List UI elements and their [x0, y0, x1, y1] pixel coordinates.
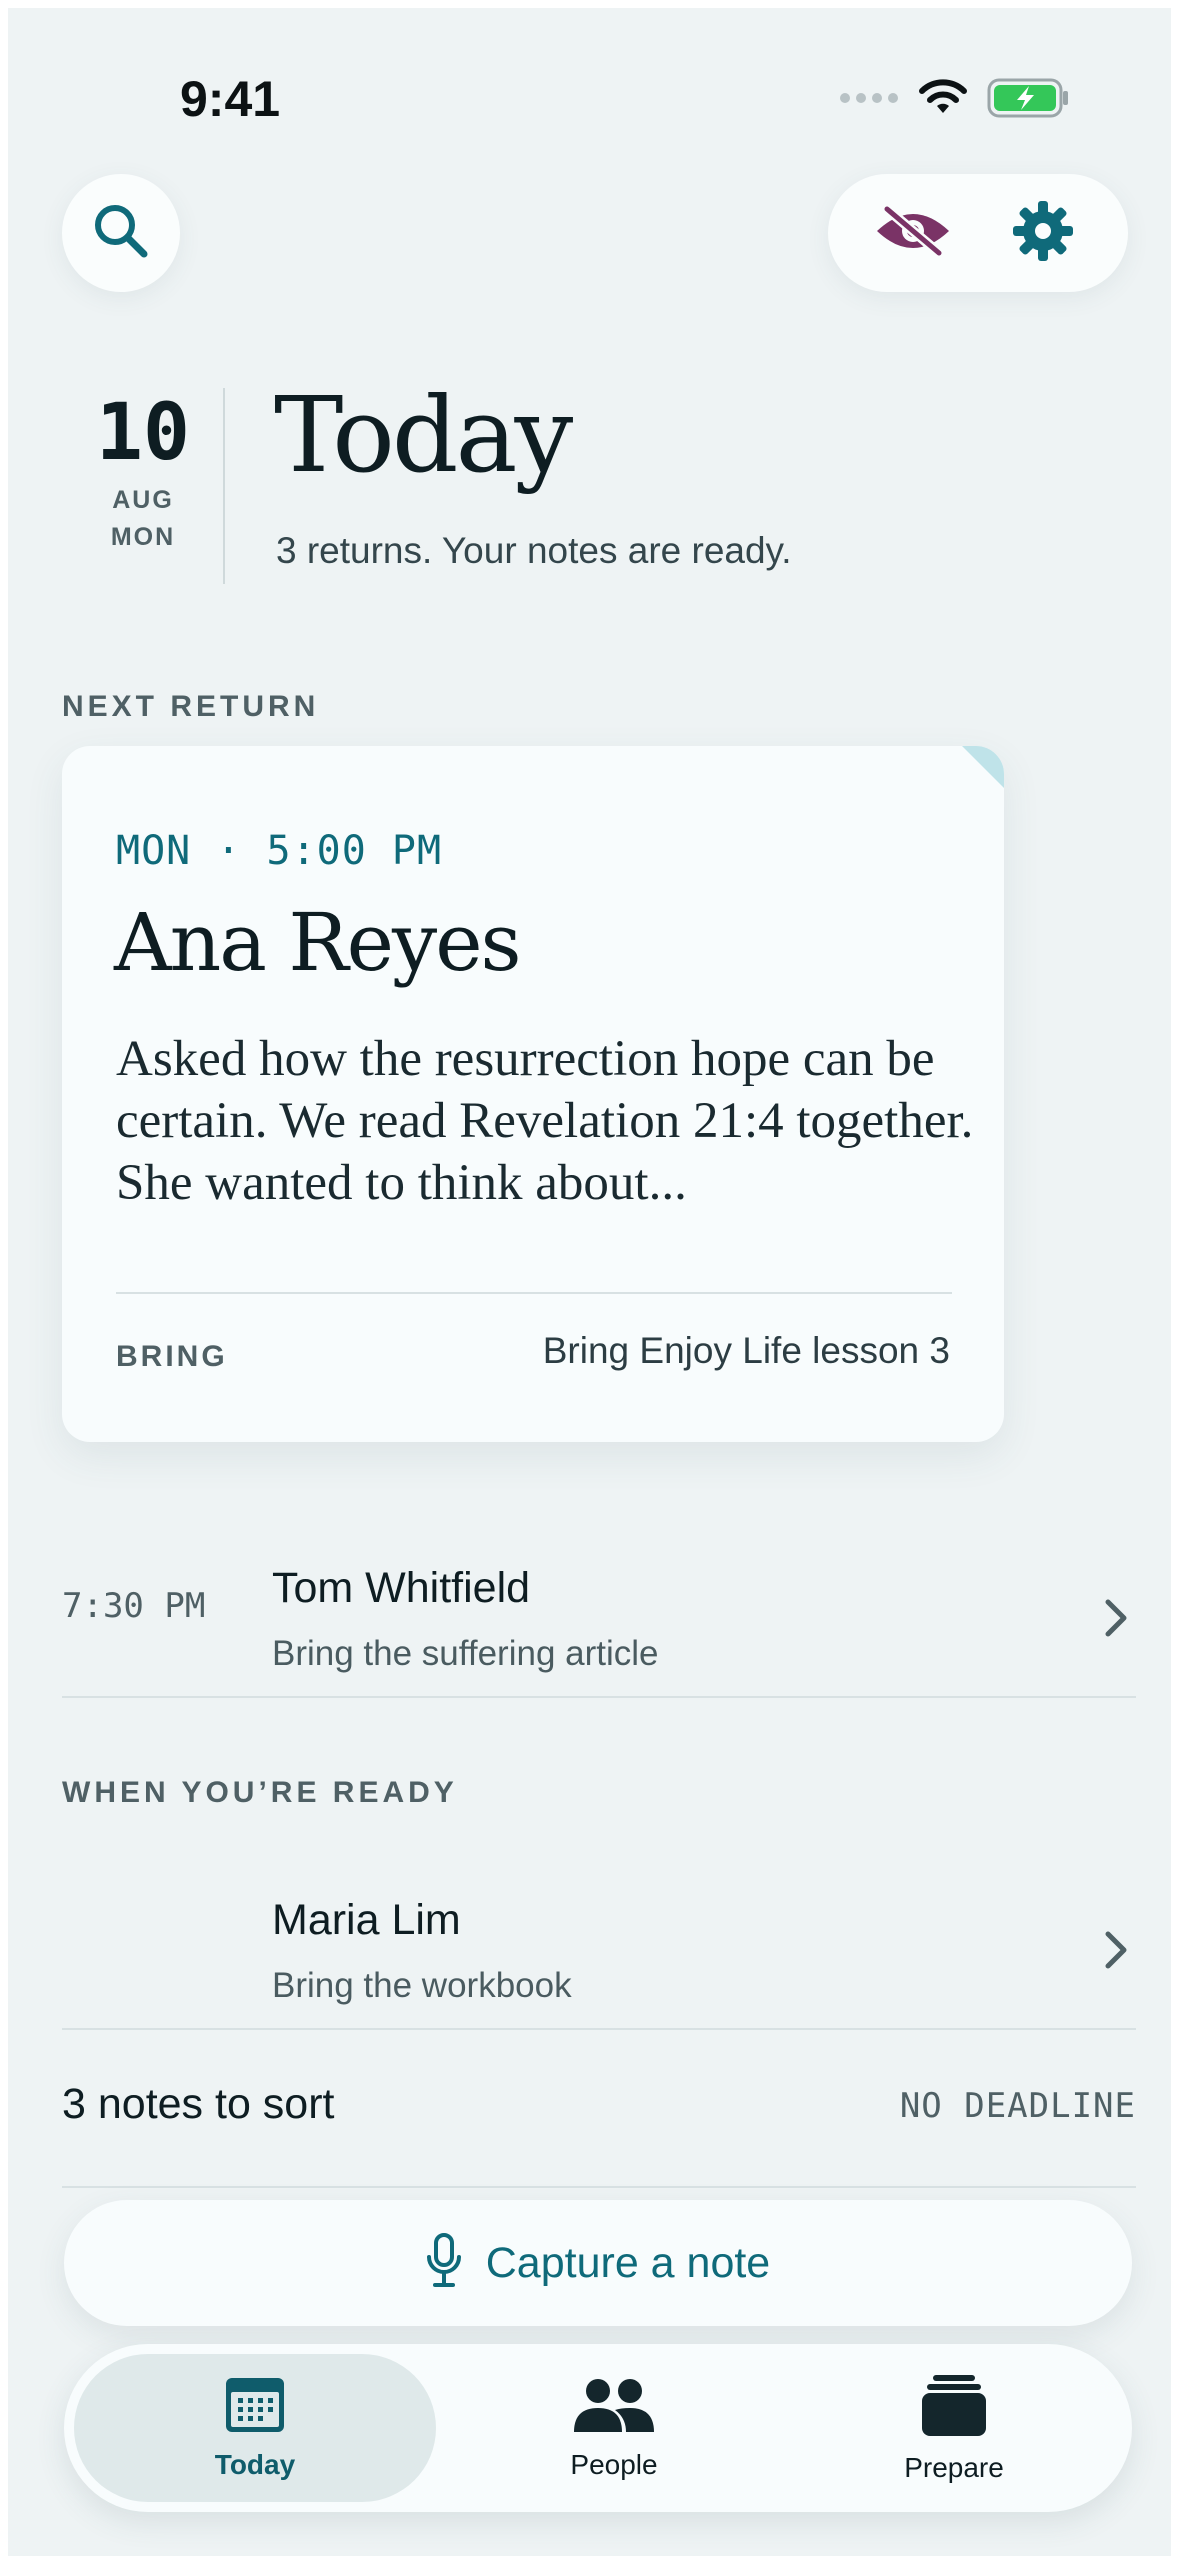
row-person-name: Maria Lim: [272, 1896, 461, 1944]
section-label-when-ready: WHEN YOU’RE READY: [62, 1776, 458, 1809]
section-label-next-return: NEXT RETURN: [62, 690, 320, 723]
search-icon: [90, 200, 152, 267]
row-divider: [62, 2028, 1136, 2030]
tab-bar: Today People Prepare: [64, 2344, 1132, 2512]
signal-icon: [839, 90, 899, 111]
date-month: AUG: [112, 486, 174, 514]
page-subtitle: 3 returns. Your notes are ready.: [276, 530, 792, 571]
date-day: 10: [96, 388, 190, 478]
card-bring-label: BRING: [116, 1340, 228, 1373]
chevron-right-icon: [1096, 1920, 1136, 1980]
row-divider: [62, 1696, 1136, 1698]
list-item[interactable]: Maria Lim Bring the workbook: [62, 1860, 1136, 2030]
card-divider: [116, 1292, 952, 1294]
microphone-icon: [426, 2232, 462, 2294]
calendar-icon: [224, 2376, 286, 2439]
wifi-icon: [917, 79, 969, 122]
card-corner-fold: [962, 746, 1004, 788]
eye-off-icon: [873, 203, 953, 264]
row-time: 7:30 PM: [62, 1586, 206, 1626]
page-title: Today: [274, 374, 573, 496]
people-icon: [571, 2376, 657, 2439]
card-person-name: Ana Reyes: [114, 896, 522, 989]
header-divider: [223, 388, 225, 584]
status-time: 9:41: [180, 71, 281, 127]
status-icons: [839, 78, 1071, 123]
tab-prepare[interactable]: Prepare: [784, 2354, 1124, 2502]
tab-label: Today: [214, 2448, 296, 2480]
settings-button[interactable]: [993, 183, 1093, 283]
chevron-right-icon: [1096, 1588, 1136, 1648]
date-weekday: MON: [110, 523, 176, 551]
row-bring-text: Bring the workbook: [272, 1966, 572, 2005]
gear-icon: [1012, 200, 1074, 267]
today-screen: 9:41 10 AUG MON Today 3 returns. Your no…: [8, 8, 1171, 2556]
row-bring-text: Bring the suffering article: [272, 1634, 659, 1673]
notes-to-sort-row[interactable]: 3 notes to sort NO DEADLINE: [62, 2038, 1136, 2188]
capture-note-label: Capture a note: [485, 2238, 771, 2287]
card-bring-value: Bring Enjoy Life lesson 3: [542, 1330, 950, 1371]
battery-icon: [987, 78, 1071, 123]
next-return-card[interactable]: MON · 5:00 PM Ana Reyes Asked how the re…: [62, 746, 1004, 1442]
row-divider: [62, 2186, 1136, 2188]
card-note-preview: Asked how the resurrection hope can be c…: [116, 1031, 974, 1211]
notes-to-sort-label: 3 notes to sort: [62, 2080, 335, 2128]
stack-icon: [921, 2373, 987, 2442]
row-person-name: Tom Whitfield: [272, 1564, 531, 1612]
top-actions: [828, 174, 1128, 292]
capture-note-button[interactable]: Capture a note: [64, 2200, 1132, 2326]
tab-today[interactable]: Today: [74, 2354, 436, 2502]
tab-label: Prepare: [904, 2451, 1004, 2483]
privacy-toggle-button[interactable]: [863, 183, 963, 283]
deadline-badge: NO DEADLINE: [899, 2086, 1136, 2126]
list-item[interactable]: 7:30 PM Tom Whitfield Bring the sufferin…: [62, 1528, 1136, 1698]
tab-label: People: [570, 2448, 658, 2480]
tab-people[interactable]: People: [444, 2354, 784, 2502]
date-badge: 10 AUG MON: [88, 394, 198, 552]
search-button[interactable]: [62, 174, 180, 292]
card-time: MON · 5:00 PM: [116, 828, 443, 874]
